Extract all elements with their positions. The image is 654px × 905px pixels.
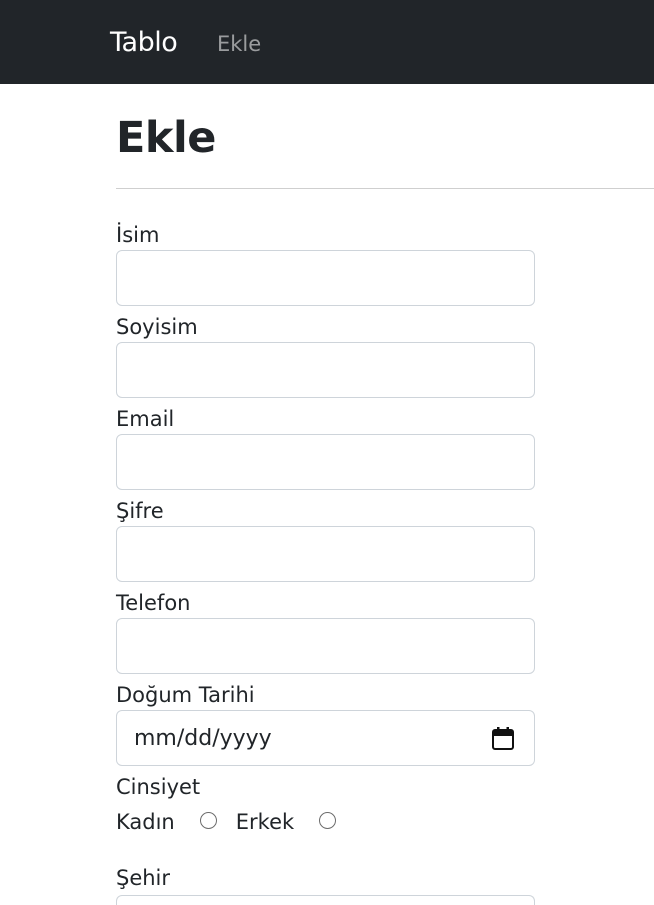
gender-radio-kadin[interactable] <box>199 812 217 829</box>
gender-option-label-erkek: Erkek <box>235 810 295 834</box>
birthdate-placeholder: mm/dd/yyyy <box>134 725 272 751</box>
page-title: Ekle <box>116 113 216 163</box>
calendar-icon[interactable] <box>492 727 514 750</box>
last-name-input[interactable] <box>116 342 535 398</box>
city-select[interactable] <box>116 895 535 905</box>
nav-link-ekle[interactable]: Ekle <box>217 31 261 57</box>
password-input[interactable] <box>116 526 535 582</box>
email-input[interactable] <box>116 434 535 490</box>
email-label: Email <box>116 407 175 431</box>
main-content: Ekle İsim Soyisim Email Şifre Telefon Do… <box>116 84 654 905</box>
gender-radio-erkek[interactable] <box>319 812 337 829</box>
add-form: İsim Soyisim Email Şifre Telefon Doğum T… <box>116 220 654 905</box>
gender-options: Kadın Erkek <box>116 802 654 842</box>
gender-label: Cinsiyet <box>116 775 201 799</box>
last-name-label: Soyisim <box>116 315 198 339</box>
phone-label: Telefon <box>116 591 191 615</box>
first-name-label: İsim <box>116 223 160 247</box>
birthdate-label: Doğum Tarihi <box>116 683 255 707</box>
city-label: Şehir <box>116 866 171 890</box>
gender-option-label-kadin: Kadın <box>116 810 175 834</box>
title-divider <box>116 188 654 189</box>
phone-input[interactable] <box>116 618 535 674</box>
navbar: Tablo Ekle <box>0 0 654 84</box>
first-name-input[interactable] <box>116 250 535 306</box>
birthdate-input[interactable]: mm/dd/yyyy <box>116 710 535 766</box>
password-label: Şifre <box>116 499 164 523</box>
navbar-brand[interactable]: Tablo <box>110 26 178 60</box>
